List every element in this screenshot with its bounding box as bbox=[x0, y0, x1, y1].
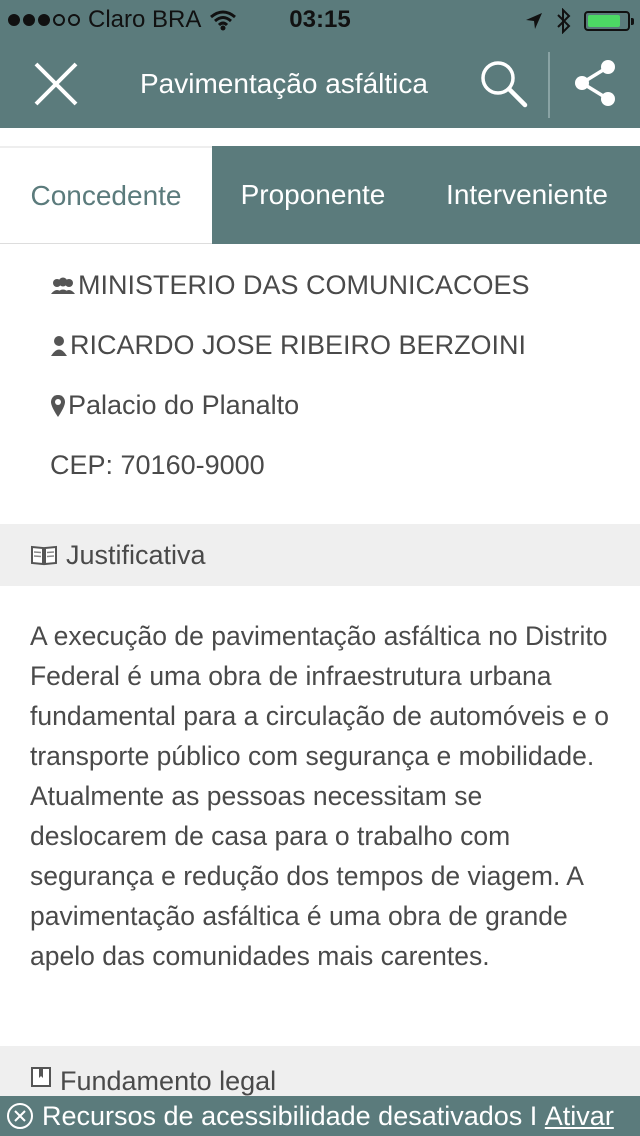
activate-link[interactable]: Ativar bbox=[545, 1101, 614, 1132]
page-title: Pavimentação asfáltica bbox=[140, 68, 428, 99]
tab-concedente[interactable]: Concedente bbox=[0, 146, 212, 244]
battery-icon bbox=[584, 11, 634, 31]
person-name: RICARDO JOSE RIBEIRO BERZOINI bbox=[70, 330, 527, 360]
organization-row: MINISTERIO DAS COMUNICACOES bbox=[50, 270, 530, 301]
nav-bar: Pavimentação asfáltica bbox=[0, 40, 640, 128]
concedente-info: MINISTERIO DAS COMUNICACOES RICARDO JOSE… bbox=[0, 244, 640, 524]
dismiss-icon[interactable] bbox=[6, 1102, 34, 1130]
tab-proponente[interactable]: Proponente bbox=[212, 146, 414, 244]
status-right bbox=[524, 8, 634, 34]
map-marker-icon bbox=[51, 394, 65, 417]
organization-name: MINISTERIO DAS COMUNICACOES bbox=[78, 270, 530, 300]
search-icon[interactable] bbox=[478, 58, 530, 110]
person-row: RICARDO JOSE RIBEIRO BERZOINI bbox=[50, 330, 526, 361]
accessibility-banner: Recursos de acessibilidade desativados I… bbox=[0, 1096, 640, 1136]
accessibility-message: Recursos de acessibilidade desativados I bbox=[42, 1100, 538, 1131]
user-icon bbox=[51, 335, 67, 356]
bluetooth-icon bbox=[557, 8, 571, 34]
document-icon bbox=[30, 1066, 52, 1088]
location-arrow-icon bbox=[526, 13, 542, 29]
tab-bar: Concedente Proponente Interveniente bbox=[0, 146, 640, 244]
cep-row: CEP: 70160-9000 bbox=[50, 450, 265, 481]
address-text: Palacio do Planalto bbox=[68, 390, 300, 420]
fundamento-heading: Fundamento legal bbox=[60, 1066, 277, 1096]
navbar-divider bbox=[548, 52, 550, 118]
justificativa-header: Justificativa bbox=[0, 524, 640, 586]
status-bar: Claro BRA 03:15 bbox=[0, 0, 640, 40]
group-icon bbox=[51, 277, 75, 294]
share-icon[interactable] bbox=[570, 58, 620, 108]
justificativa-text: A execução de pavimentação asfáltica no … bbox=[30, 621, 609, 971]
tab-interveniente[interactable]: Interveniente bbox=[414, 146, 640, 244]
book-icon bbox=[30, 544, 58, 566]
address-row: Palacio do Planalto bbox=[50, 390, 299, 421]
header-spacer bbox=[0, 128, 640, 146]
close-icon[interactable] bbox=[30, 58, 82, 110]
cep-text: CEP: 70160-9000 bbox=[50, 450, 265, 480]
justificativa-heading: Justificativa bbox=[66, 539, 206, 570]
